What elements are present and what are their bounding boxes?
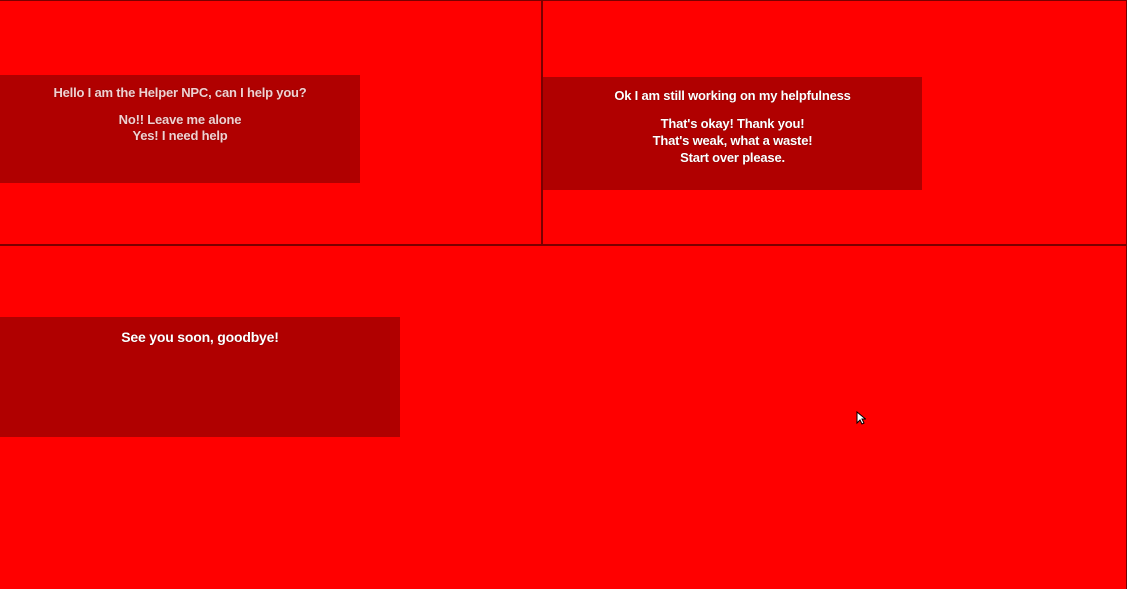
dialog-box-helpfulness: Ok I am still working on my helpfulness … bbox=[543, 77, 922, 190]
canvas-border-top bbox=[0, 0, 1127, 1]
game-canvas[interactable]: Hello I am the Helper NPC, can I help yo… bbox=[0, 0, 1127, 589]
option-what-a-waste[interactable]: That's weak, what a waste! bbox=[543, 132, 922, 149]
option-leave-me-alone[interactable]: No!! Leave me alone bbox=[0, 112, 360, 128]
npc-goodbye-text: See you soon, goodbye! bbox=[121, 329, 279, 345]
mouse-pointer-icon bbox=[856, 411, 866, 425]
npc-helpfulness-text: Ok I am still working on my helpfulness bbox=[614, 88, 851, 103]
dialog-box-goodbye: See you soon, goodbye! bbox=[0, 317, 400, 437]
dialog-options: No!! Leave me alone Yes! I need help bbox=[0, 112, 360, 144]
horizontal-divider bbox=[0, 244, 1127, 246]
npc-greeting-text: Hello I am the Helper NPC, can I help yo… bbox=[53, 85, 307, 100]
option-need-help[interactable]: Yes! I need help bbox=[0, 128, 360, 144]
option-start-over[interactable]: Start over please. bbox=[543, 149, 922, 166]
option-thank-you[interactable]: That's okay! Thank you! bbox=[543, 115, 922, 132]
dialog-options: That's okay! Thank you! That's weak, wha… bbox=[543, 115, 922, 166]
dialog-box-greeting: Hello I am the Helper NPC, can I help yo… bbox=[0, 75, 360, 183]
